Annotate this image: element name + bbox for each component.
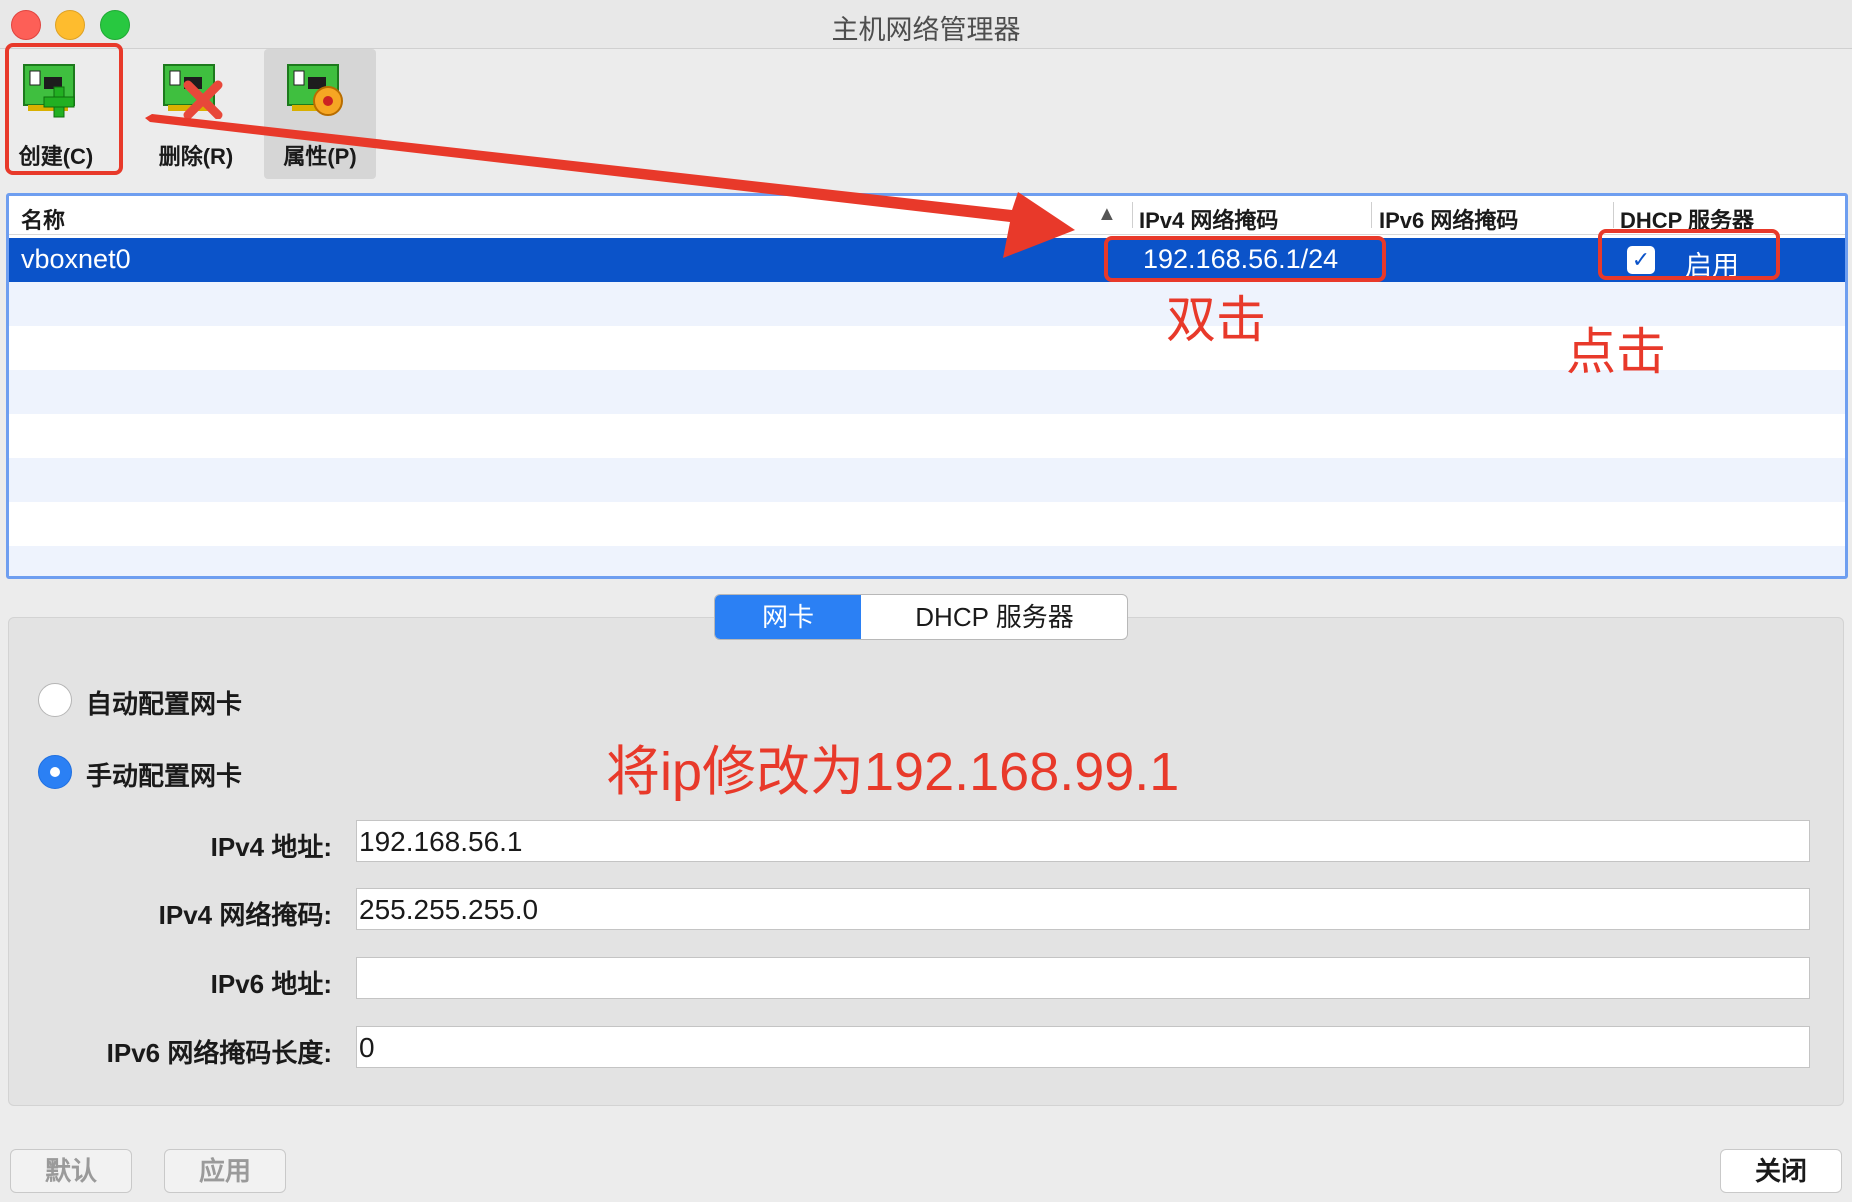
network-card-remove-icon xyxy=(163,64,223,119)
create-button-label: 创建(C) xyxy=(18,144,94,169)
table-row-empty xyxy=(9,546,1845,576)
column-ipv6-mask[interactable]: IPv6 网络掩码 xyxy=(1379,203,1518,235)
ipv6-prefix-length-field[interactable]: 0 xyxy=(356,1026,1810,1068)
network-card-add-icon xyxy=(23,64,75,118)
table-row-empty xyxy=(9,502,1845,546)
manual-config-label[interactable]: 手动配置网卡 xyxy=(86,756,242,793)
ipv6-prefix-length-label: IPv6 网络掩码长度: xyxy=(106,1038,332,1068)
table-row[interactable]: vboxnet0 192.168.56.1/24 ✓ 启用 xyxy=(9,238,1845,282)
column-separator xyxy=(1132,202,1133,228)
row-name-cell[interactable]: vboxnet0 xyxy=(21,244,131,275)
window-title: 主机网络管理器 xyxy=(831,15,1021,45)
tab-dhcp-server[interactable]: DHCP 服务器 xyxy=(862,595,1127,639)
row-ipv4-cell[interactable]: 192.168.56.1/24 xyxy=(1143,244,1338,275)
toolbar: 创建(C) 删除(R) 属性(P) xyxy=(0,49,1852,184)
properties-button[interactable]: 属性(P) xyxy=(264,49,376,179)
click-annotation: 点击 xyxy=(1566,324,1666,380)
instruction-annotation: 将ip修改为192.168.99.1 xyxy=(606,742,1180,802)
host-network-table[interactable]: 名称 ▲ IPv4 网络掩码 IPv6 网络掩码 DHCP 服务器 vboxne… xyxy=(6,193,1848,579)
table-row-empty xyxy=(9,414,1845,458)
ipv4-address-label: IPv4 地址: xyxy=(210,832,332,862)
column-dhcp-server[interactable]: DHCP 服务器 xyxy=(1620,203,1754,235)
ipv6-address-label: IPv6 地址: xyxy=(210,969,332,999)
tab-bar: 网卡 DHCP 服务器 xyxy=(714,594,1128,640)
sort-ascending-icon: ▲ xyxy=(1097,203,1117,225)
properties-button-label: 属性(P) xyxy=(283,144,357,169)
close-button[interactable]: 关闭 xyxy=(1720,1149,1842,1193)
column-ipv4-mask[interactable]: IPv4 网络掩码 xyxy=(1139,203,1278,235)
remove-button[interactable]: 删除(R) xyxy=(140,49,252,179)
table-row-empty xyxy=(9,458,1845,502)
dhcp-enabled-checkbox[interactable]: ✓ xyxy=(1627,246,1655,274)
ipv4-mask-label: IPv4 网络掩码: xyxy=(158,900,332,930)
title-bar: 主机网络管理器 xyxy=(0,0,1852,49)
auto-config-label[interactable]: 自动配置网卡 xyxy=(86,684,242,721)
column-name[interactable]: 名称 xyxy=(21,203,65,235)
create-button[interactable]: 创建(C) xyxy=(0,49,112,179)
remove-button-label: 删除(R) xyxy=(158,144,234,169)
auto-config-radio[interactable] xyxy=(38,683,72,717)
tab-adapter[interactable]: 网卡 xyxy=(715,595,861,639)
network-card-properties-icon xyxy=(287,64,343,116)
double-click-annotation: 双击 xyxy=(1166,292,1266,348)
table-header: 名称 ▲ IPv4 网络掩码 IPv6 网络掩码 DHCP 服务器 xyxy=(9,196,1845,235)
dhcp-enabled-label: 启用 xyxy=(1685,251,1739,281)
ipv6-address-field[interactable] xyxy=(356,957,1810,999)
ipv4-address-field[interactable]: 192.168.56.1 xyxy=(356,820,1810,862)
apply-button[interactable]: 应用 xyxy=(164,1149,286,1193)
reset-button[interactable]: 默认 xyxy=(10,1149,132,1193)
column-separator xyxy=(1613,202,1614,228)
manual-config-radio[interactable] xyxy=(38,755,72,789)
column-separator xyxy=(1371,202,1372,228)
ipv4-mask-field[interactable]: 255.255.255.0 xyxy=(356,888,1810,930)
